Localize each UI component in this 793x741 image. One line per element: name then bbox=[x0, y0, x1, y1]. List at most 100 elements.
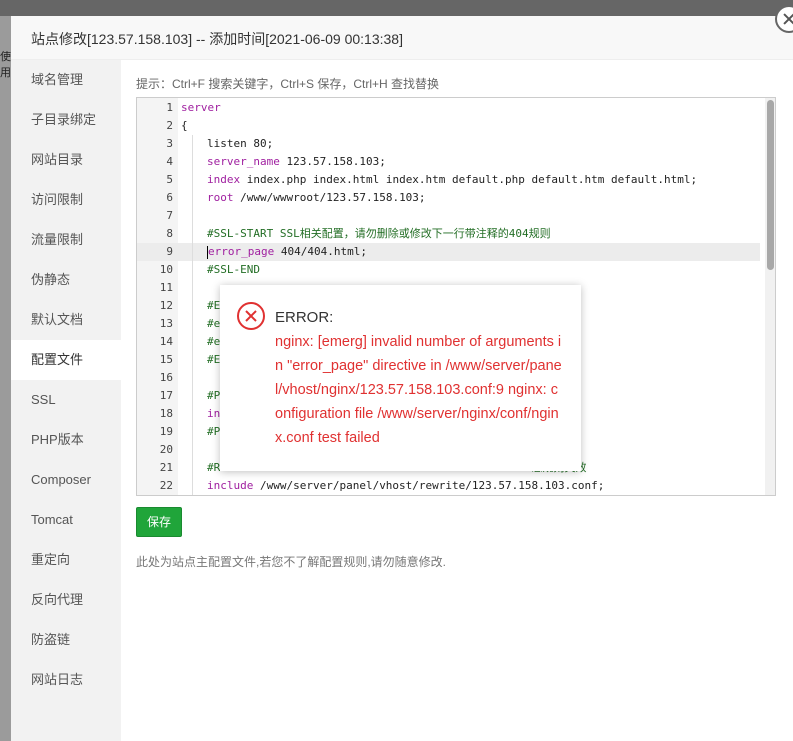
line-number: 1 bbox=[166, 101, 173, 114]
indent-guide bbox=[192, 225, 193, 243]
code-text: index index.php index.html index.htm def… bbox=[207, 171, 697, 189]
line-number: 10 bbox=[159, 263, 173, 276]
save-button[interactable]: 保存 bbox=[136, 507, 182, 537]
code-text: root /www/wwwroot/123.57.158.103; bbox=[207, 189, 426, 207]
error-title: ERROR: bbox=[275, 309, 334, 326]
line-number: 5 bbox=[166, 173, 173, 186]
code-text: #P bbox=[207, 423, 220, 441]
indent-guide bbox=[192, 153, 193, 171]
line-number: 18 bbox=[159, 407, 173, 420]
line-number: 3 bbox=[166, 137, 173, 150]
editor-scrollbar[interactable] bbox=[765, 98, 775, 495]
sidebar-item[interactable]: 配置文件 bbox=[11, 340, 121, 380]
sidebar-item[interactable]: 网站目录 bbox=[11, 140, 121, 180]
indent-guide bbox=[192, 459, 193, 477]
settings-sidebar: 域名管理 子目录绑定 网站目录 访问限制 流量限制 伪静态 默认文档 配置文件 SSL PHP版本… bbox=[11, 60, 121, 741]
line-number: 9 bbox=[166, 245, 173, 258]
code-text: error_page 404/404.html; bbox=[207, 243, 367, 261]
line-number: 13 bbox=[159, 317, 173, 330]
sidebar-item[interactable]: PHP版本 bbox=[11, 420, 121, 460]
background-page-edge: 使用 bbox=[0, 16, 11, 741]
code-line[interactable]: 10 #SSL-END bbox=[137, 261, 760, 279]
code-token: server_name bbox=[207, 155, 280, 168]
code-line[interactable]: 22 include /www/server/panel/vhost/rewrit… bbox=[137, 477, 760, 495]
sidebar-item[interactable]: 反向代理 bbox=[11, 580, 121, 620]
sidebar-item[interactable]: 子目录绑定 bbox=[11, 100, 121, 140]
indent-guide bbox=[192, 369, 193, 387]
code-token: server bbox=[181, 101, 221, 114]
indent-guide bbox=[192, 441, 193, 459]
code-token: root bbox=[207, 191, 234, 204]
code-line[interactable]: 4 server_name 123.57.158.103; bbox=[137, 153, 760, 171]
sidebar-item[interactable]: 伪静态 bbox=[11, 260, 121, 300]
indent-guide bbox=[192, 351, 193, 369]
line-number: 16 bbox=[159, 371, 173, 384]
sidebar-item[interactable]: 流量限制 bbox=[11, 220, 121, 260]
line-number: 19 bbox=[159, 425, 173, 438]
code-text: #P bbox=[207, 387, 220, 405]
line-number: 6 bbox=[166, 191, 173, 204]
code-token: #P bbox=[207, 389, 221, 402]
code-token: #e bbox=[207, 335, 221, 348]
line-number: 15 bbox=[159, 353, 173, 366]
code-line[interactable]: 3 listen 80; bbox=[137, 135, 760, 153]
indent-guide bbox=[192, 207, 193, 225]
code-text: server bbox=[181, 99, 221, 117]
code-token: error_page bbox=[208, 245, 275, 258]
code-line[interactable]: 1 server bbox=[137, 99, 760, 117]
code-text: { bbox=[181, 117, 188, 135]
editor-hint: 提示：Ctrl+F 搜索关键字，Ctrl+S 保存，Ctrl+H 查找替换 bbox=[136, 77, 440, 91]
code-token: index.php index.html index.htm default.p… bbox=[240, 173, 698, 186]
code-text: server_name 123.57.158.103; bbox=[207, 153, 386, 171]
code-token: in bbox=[207, 407, 221, 420]
config-footnote: 此处为站点主配置文件,若您不了解配置规则,请勿随意修改. bbox=[136, 555, 447, 569]
sidebar-item[interactable]: 防盗链 bbox=[11, 620, 121, 660]
code-token: listen 80; bbox=[207, 137, 274, 150]
error-dialog: ERROR: nginx: [emerg] invalid number of … bbox=[220, 285, 581, 471]
code-text: #e bbox=[207, 315, 220, 333]
sidebar-item[interactable]: Composer bbox=[11, 460, 121, 500]
indent-guide bbox=[192, 387, 193, 405]
code-line[interactable]: 2{ bbox=[137, 117, 760, 135]
code-token: 123.57.158.103; bbox=[279, 155, 386, 168]
code-token: 404/404.html; bbox=[274, 245, 367, 258]
indent-guide bbox=[192, 171, 193, 189]
code-token: #SSL-START SSL相关配置，请勿删除或修改下一行带注释的404规则 bbox=[207, 227, 551, 240]
sidebar-item[interactable]: Tomcat bbox=[11, 500, 121, 540]
line-number: 17 bbox=[159, 389, 173, 402]
indent-guide bbox=[192, 423, 193, 441]
code-line[interactable]: 9 error_page 404/404.html; bbox=[137, 243, 760, 261]
code-token: #P bbox=[207, 425, 221, 438]
code-token: /www/server/panel/vhost/rewrite/123.57.1… bbox=[253, 479, 605, 492]
line-number: 22 bbox=[159, 479, 173, 492]
sidebar-item[interactable]: 域名管理 bbox=[11, 60, 121, 100]
code-token: include bbox=[207, 479, 254, 492]
line-number: 21 bbox=[159, 461, 173, 474]
sidebar-item[interactable]: SSL bbox=[11, 380, 121, 420]
indent-guide bbox=[192, 279, 193, 297]
code-text: #e bbox=[207, 333, 220, 351]
sidebar-item[interactable]: 访问限制 bbox=[11, 180, 121, 220]
sidebar-item[interactable]: 网站日志 bbox=[11, 660, 121, 700]
line-number: 14 bbox=[159, 335, 173, 348]
code-line[interactable]: 7 bbox=[137, 207, 760, 225]
code-line[interactable]: 6 root /www/wwwroot/123.57.158.103; bbox=[137, 189, 760, 207]
code-text: #E bbox=[207, 297, 220, 315]
code-token: { bbox=[181, 119, 188, 132]
code-text: #E bbox=[207, 351, 220, 369]
indent-guide bbox=[192, 243, 193, 261]
sidebar-item[interactable]: 默认文档 bbox=[11, 300, 121, 340]
dialog-title-bar[interactable]: 站点修改[123.57.158.103] -- 添加时间[2021-06-09 … bbox=[11, 16, 793, 60]
dialog-title: 站点修改[123.57.158.103] -- 添加时间[2021-06-09 … bbox=[31, 31, 403, 47]
code-text: include /www/server/panel/vhost/rewrite/… bbox=[207, 477, 604, 495]
code-line[interactable]: 8 #SSL-START SSL相关配置，请勿删除或修改下一行带注释的404规则 bbox=[137, 225, 760, 243]
code-text: listen 80; bbox=[207, 135, 273, 153]
sidebar-item[interactable]: 重定向 bbox=[11, 540, 121, 580]
line-number: 7 bbox=[166, 209, 173, 222]
editor-scroll-thumb[interactable] bbox=[767, 100, 774, 270]
code-line[interactable]: 5 index index.php index.html index.htm de… bbox=[137, 171, 760, 189]
line-number: 12 bbox=[159, 299, 173, 312]
background-topbar bbox=[0, 0, 793, 16]
line-number: 11 bbox=[159, 281, 173, 294]
background-text-fragment: 使用 bbox=[0, 51, 11, 79]
